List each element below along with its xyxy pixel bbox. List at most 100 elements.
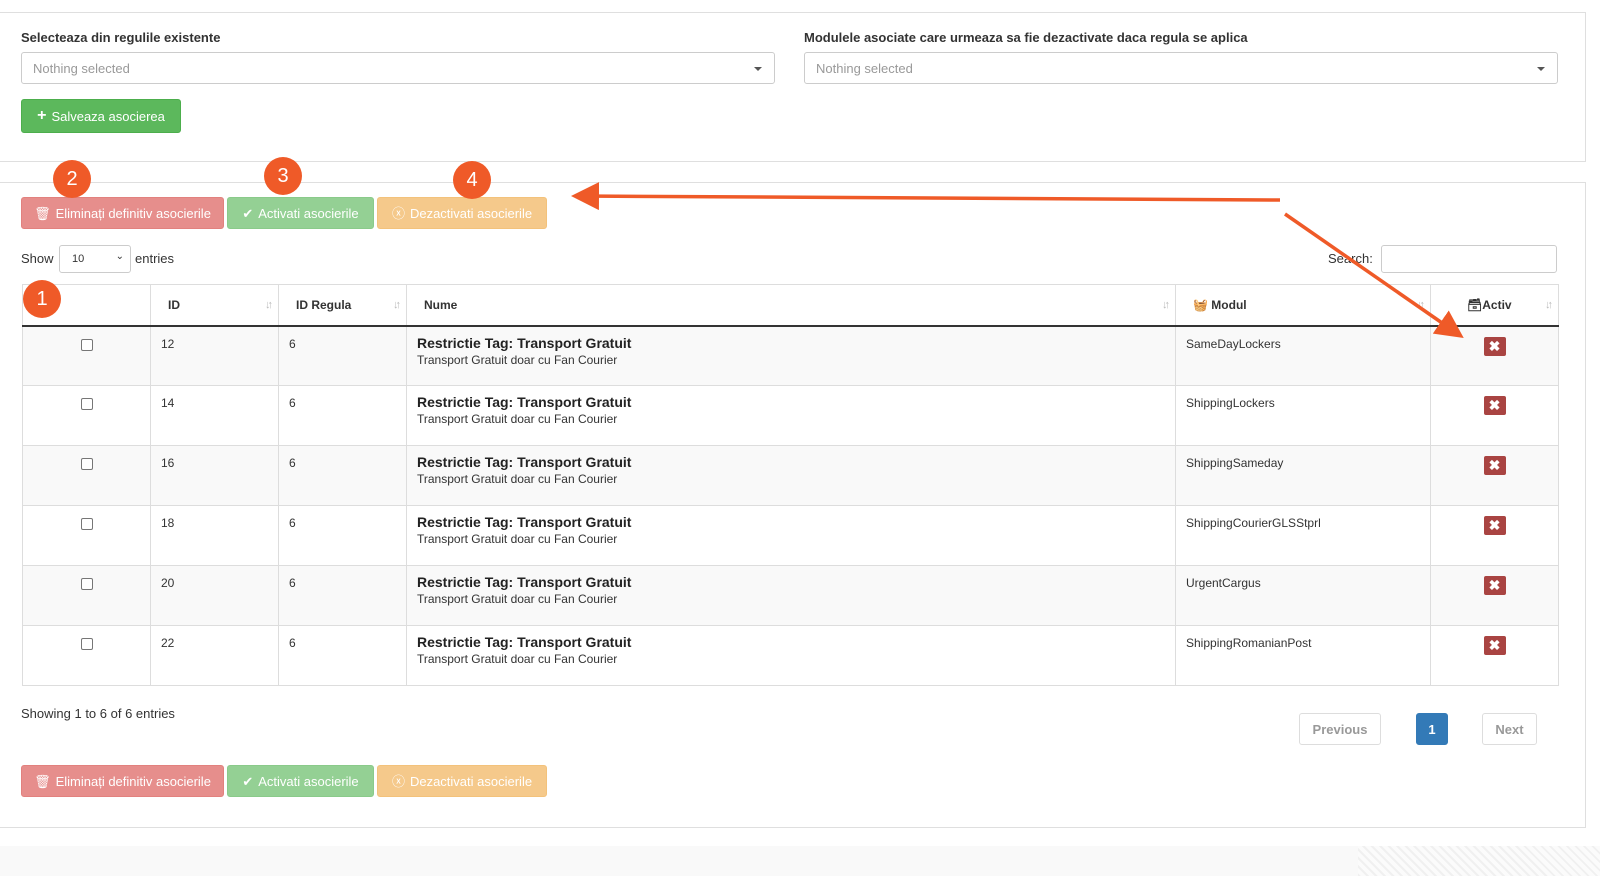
header-active[interactable]: 🗃Activ ↓↑ [1430,284,1559,327]
table-row: 22 6 Restrictie Tag: Transport Gratuit Tr… [22,625,1559,686]
delete-associations-button-bottom[interactable]: 🗑 Eliminați definitiv asocierile [21,765,224,797]
circle-x-icon: ⓧ [391,205,405,221]
previous-page-button[interactable]: Previous [1299,713,1381,745]
row-checkbox[interactable] [80,458,93,470]
caret-down-icon [1537,67,1545,71]
id-cell: 18 [150,505,279,566]
row-checkbox[interactable] [80,338,93,351]
inactive-x-icon[interactable]: ✖ [1483,576,1506,595]
activate-associations-button[interactable]: ✔ Activati asocierile [227,197,374,229]
row-select-cell [22,565,151,626]
rule-subtitle: Transport Gratuit doar cu Fan Courier [417,352,618,367]
header-module-label: Modul [1211,298,1247,312]
delete-associations-label: Eliminați definitiv asocierile [55,773,211,789]
header-module[interactable]: 🧺 Modul ↓↑ [1175,284,1431,327]
archive-icon: 🗃 [1467,298,1483,312]
plus-icon: + [37,107,47,124]
modules-select[interactable]: Nothing selected [804,52,1558,84]
header-rule-id-label: ID Regula [296,298,352,312]
header-id-label: ID [168,298,180,312]
annotation-badge-3: 3 [264,157,302,195]
rule-select-label: Selecteaza din regulile existente [21,30,221,45]
check-icon: ✔ [242,205,254,221]
table-header-row: ID ↓↑ ID Regula ↓↑ Nume ↓↑ 🧺 Modul ↓↑ 🗃Activ… [22,284,1559,327]
activate-associations-label: Activati asocierile [258,773,359,789]
module-cell: ShippingCourierGLSStprl [1175,505,1431,566]
deactivate-associations-label: Dezactivati asocierile [409,205,533,221]
basket-icon: 🧺 [1193,298,1208,312]
rule-subtitle: Transport Gratuit doar cu Fan Courier [417,472,618,486]
module-cell: UrgentCargus [1175,565,1431,626]
row-select-cell [22,625,151,686]
module-cell: ShippingSameday [1175,445,1431,506]
inactive-x-icon[interactable]: ✖ [1483,396,1506,415]
module-cell: ShippingLockers [1175,385,1431,446]
table-row: 14 6 Restrictie Tag: Transport Gratuit Tr… [22,385,1559,446]
annotation-badge-1: 1 [23,280,61,318]
entries-label: entries [135,251,175,266]
active-cell: ✖ [1430,565,1559,626]
chevron-down-icon: ⌄ [115,251,124,262]
annotation-badge-2: 2 [53,160,91,198]
module-cell: SameDayLockers [1175,325,1431,386]
row-checkbox[interactable] [80,578,93,590]
circle-x-icon: ⓧ [391,773,405,789]
header-rule-id[interactable]: ID Regula ↓↑ [278,284,407,327]
id-cell: 14 [150,385,279,446]
modules-select-label: Modulele asociate care urmeaza sa fie de… [804,30,1248,45]
page-length-select[interactable]: 10 ⌄ [59,245,131,273]
active-cell: ✖ [1430,505,1559,566]
inactive-x-icon[interactable]: ✖ [1483,456,1506,475]
rule-select[interactable]: Nothing selected [21,52,775,84]
name-cell: Restrictie Tag: Transport Gratuit Transpo… [406,625,1176,686]
rule-id-cell: 6 [278,625,407,686]
name-cell: Restrictie Tag: Transport Gratuit Transpo… [406,325,1176,386]
associations-table: ID ↓↑ ID Regula ↓↑ Nume ↓↑ 🧺 Modul ↓↑ 🗃Activ… [22,284,1559,686]
name-cell: Restrictie Tag: Transport Gratuit Transpo… [406,445,1176,506]
page-1-button[interactable]: 1 [1416,713,1448,745]
inactive-x-icon[interactable]: ✖ [1483,636,1506,655]
row-select-cell [22,445,151,506]
activate-associations-label: Activati asocierile [258,205,359,221]
hatched-area [1358,846,1600,876]
rule-title: Restrictie Tag: Transport Gratuit [417,394,632,410]
next-page-button[interactable]: Next [1482,713,1537,745]
save-association-label: Salveaza asocierea [51,108,165,124]
row-select-cell [22,385,151,446]
sort-icon: ↓↑ [1545,299,1553,311]
id-cell: 12 [150,325,279,386]
table-row: 16 6 Restrictie Tag: Transport Gratuit Tr… [22,445,1559,506]
search-input[interactable] [1381,245,1557,273]
check-icon: ✔ [242,773,254,789]
id-cell: 16 [150,445,279,506]
rule-title: Restrictie Tag: Transport Gratuit [417,334,632,351]
save-association-button[interactable]: + Salveaza asocierea [21,99,181,133]
row-checkbox[interactable] [80,398,93,410]
row-checkbox[interactable] [80,518,93,530]
deactivate-associations-label: Dezactivati asocierile [409,773,533,789]
annotation-badge-4: 4 [453,161,491,199]
id-cell: 20 [150,565,279,626]
deactivate-associations-button-bottom[interactable]: ⓧ Dezactivati asocierile [377,765,547,797]
header-name-label: Nume [424,298,458,312]
row-checkbox[interactable] [80,638,93,650]
name-cell: Restrictie Tag: Transport Gratuit Transpo… [406,565,1176,626]
rule-id-cell: 6 [278,325,407,386]
module-cell: ShippingRomanianPost [1175,625,1431,686]
header-id[interactable]: ID ↓↑ [150,284,279,327]
delete-associations-button[interactable]: 🗑 Eliminați definitiv asocierile [21,197,224,229]
deactivate-associations-button[interactable]: ⓧ Dezactivati asocierile [377,197,547,229]
rule-select-placeholder: Nothing selected [33,61,130,76]
rule-id-cell: 6 [278,385,407,446]
activate-associations-button-bottom[interactable]: ✔ Activati asocierile [227,765,374,797]
sort-icon: ↓↑ [1417,299,1425,311]
rule-title: Restrictie Tag: Transport Gratuit [417,634,632,650]
rule-subtitle: Transport Gratuit doar cu Fan Courier [417,652,618,666]
delete-associations-label: Eliminați definitiv asocierile [55,205,211,221]
header-name[interactable]: Nume ↓↑ [406,284,1176,327]
rule-title: Restrictie Tag: Transport Gratuit [417,574,632,590]
id-cell: 22 [150,625,279,686]
inactive-x-icon[interactable]: ✖ [1483,336,1506,356]
table-row: 12 6 Restrictie Tag: Transport Gratuit Tr… [22,325,1559,386]
inactive-x-icon[interactable]: ✖ [1483,516,1506,535]
